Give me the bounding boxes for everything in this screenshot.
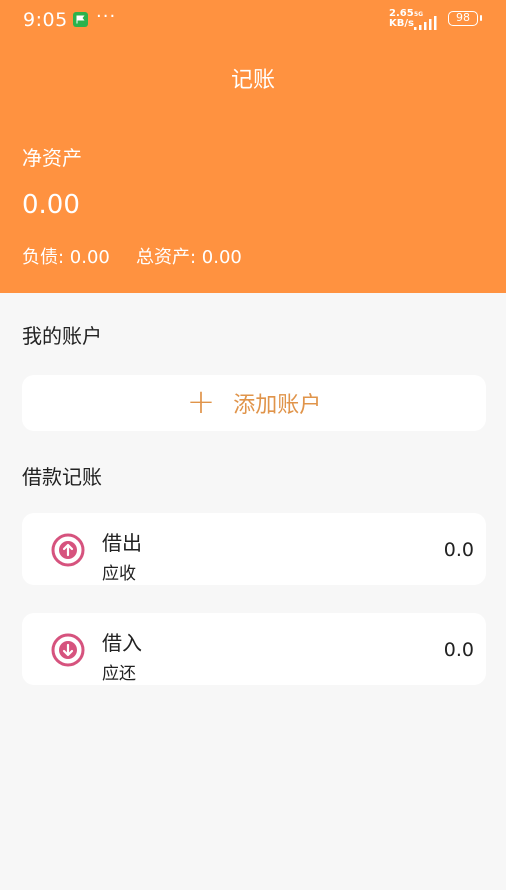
signal-icon (414, 16, 437, 30)
status-time: 9:05 (23, 9, 68, 31)
network-speed-unit: KB/s (389, 18, 414, 29)
add-account-button[interactable]: + 添加账户 (22, 375, 486, 431)
notification-flag-icon (73, 12, 88, 27)
loan-records-title: 借款记账 (22, 465, 102, 489)
header: 9:05 ··· 2.65 KB/s 5G 98 记账 净资产 0.00 负债:… (0, 0, 506, 293)
loan-amount: 0.0 (443, 639, 474, 661)
arrow-up-circle-icon (51, 533, 85, 567)
network-speed: 2.65 KB/s (389, 9, 414, 29)
net-assets-label: 净资产 (22, 146, 82, 170)
status-bar: 9:05 ··· 2.65 KB/s 5G 98 (0, 0, 506, 40)
loan-subtitle: 应还 (102, 664, 136, 684)
page-title: 记账 (230, 68, 275, 93)
loan-subtitle: 应收 (102, 564, 136, 584)
arrow-down-circle-icon (51, 633, 85, 667)
loan-name: 借出 (102, 531, 142, 555)
net-assets-value: 0.00 (22, 190, 80, 220)
total-assets-summary: 总资产: 0.00 (136, 247, 242, 268)
add-account-label: 添加账户 (233, 393, 322, 418)
more-notifications-icon: ··· (96, 6, 117, 27)
battery-tip (480, 15, 482, 21)
loan-item-borrow-in[interactable]: 借入 应还 0.0 (22, 613, 486, 685)
loan-item-lend-out[interactable]: 借出 应收 0.0 (22, 513, 486, 585)
debt-summary: 负债: 0.00 (22, 247, 110, 268)
my-accounts-title: 我的账户 (22, 324, 102, 348)
loan-name: 借入 (102, 631, 142, 655)
plus-icon: + (186, 381, 216, 422)
loan-amount: 0.0 (443, 539, 474, 561)
battery-icon: 98 (448, 11, 478, 26)
